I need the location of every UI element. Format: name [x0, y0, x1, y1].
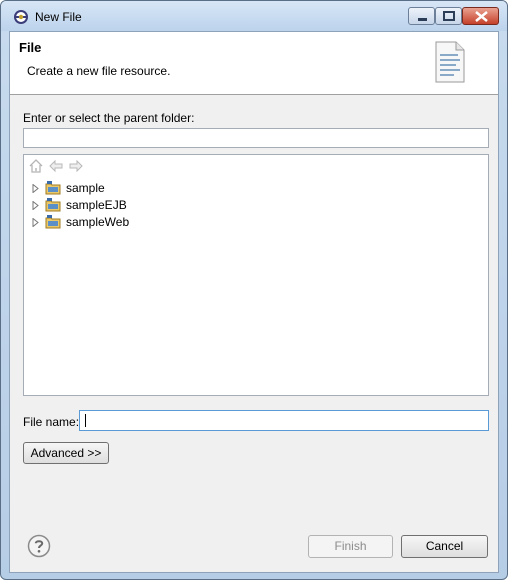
- tree-item-label: sample: [66, 181, 105, 195]
- back-arrow-icon[interactable]: [48, 158, 64, 174]
- close-icon: [475, 11, 488, 22]
- expand-arrow-icon[interactable]: [32, 201, 40, 210]
- web-project-icon: [45, 215, 61, 229]
- expand-arrow-icon[interactable]: [32, 218, 40, 227]
- tree-item-label: sampleEJB: [66, 198, 127, 212]
- window-title: New File: [35, 10, 82, 24]
- expand-arrow-icon[interactable]: [32, 184, 40, 193]
- forward-arrow-icon[interactable]: [68, 158, 84, 174]
- home-icon[interactable]: [28, 158, 44, 174]
- tree-item-sampleejb[interactable]: sampleEJB: [32, 197, 232, 214]
- tree-item-sampleweb[interactable]: sampleWeb: [32, 214, 232, 231]
- wizard-title: File: [19, 40, 42, 55]
- eclipse-app-icon: [14, 10, 28, 24]
- dialog-content: File Create a new file resource. Enter o…: [9, 31, 499, 573]
- minimize-button[interactable]: [408, 7, 435, 25]
- maximize-icon: [443, 11, 455, 21]
- finish-button[interactable]: Finish: [308, 535, 393, 558]
- wizard-description: Create a new file resource.: [27, 64, 171, 78]
- maximize-button[interactable]: [435, 7, 462, 25]
- cancel-button[interactable]: Cancel: [401, 535, 488, 558]
- advanced-button[interactable]: Advanced >>: [23, 442, 109, 464]
- project-folder-icon: [45, 181, 61, 195]
- help-icon[interactable]: [27, 534, 51, 558]
- minimize-icon: [418, 18, 427, 21]
- tree-item-sample[interactable]: sample: [32, 180, 232, 197]
- wizard-banner: File Create a new file resource.: [10, 32, 498, 95]
- title-bar[interactable]: New File: [1, 1, 507, 31]
- project-tree[interactable]: sample sampleEJB sampleWeb: [23, 154, 489, 396]
- file-name-label: File name:: [23, 415, 80, 429]
- tree-item-label: sampleWeb: [66, 215, 130, 229]
- file-name-input[interactable]: [79, 410, 489, 431]
- new-file-dialog: New File File Create a new file resource…: [0, 0, 508, 580]
- ejb-project-icon: [45, 198, 61, 212]
- close-button[interactable]: [462, 7, 499, 25]
- text-caret: [85, 414, 86, 427]
- parent-folder-label: Enter or select the parent folder:: [23, 111, 195, 125]
- parent-folder-input[interactable]: [23, 128, 489, 148]
- new-file-wizard-icon: [435, 41, 465, 83]
